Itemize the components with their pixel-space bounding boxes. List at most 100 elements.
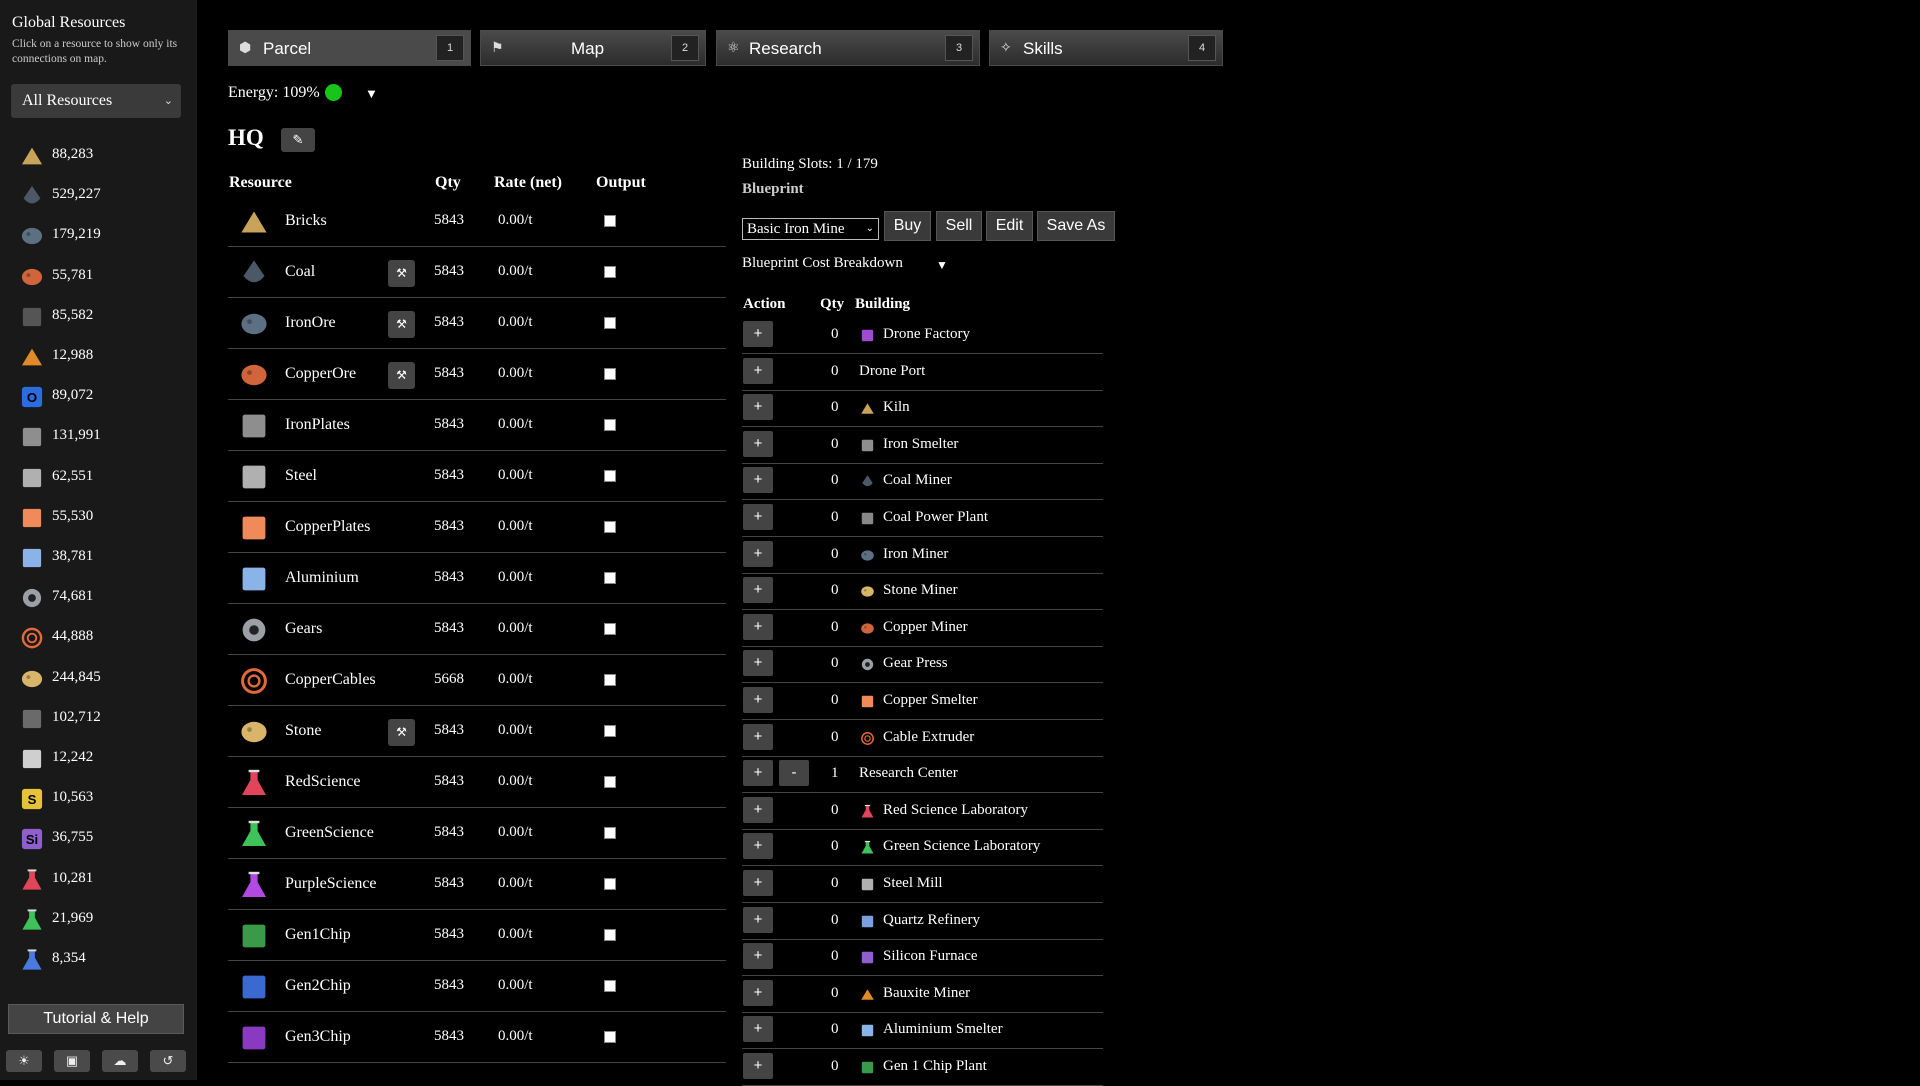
tutorial-help-button[interactable]: Tutorial & Help xyxy=(8,1004,184,1034)
add-building-button[interactable]: + xyxy=(743,321,773,347)
mine-button[interactable]: ⚒ xyxy=(388,311,415,338)
add-building-button[interactable]: + xyxy=(743,541,773,567)
save-as-button[interactable]: Save As xyxy=(1037,211,1115,241)
global-resource-item[interactable]: Si36,755 xyxy=(20,823,180,853)
output-checkbox[interactable] xyxy=(604,929,616,941)
output-checkbox[interactable] xyxy=(604,827,616,839)
global-resource-value: 55,781 xyxy=(52,267,93,284)
add-building-button[interactable]: + xyxy=(743,760,773,786)
add-building-button[interactable]: + xyxy=(743,797,773,823)
global-resource-item[interactable]: 21,969 xyxy=(20,904,180,934)
table-row: + 0 Copper Smelter xyxy=(742,683,1103,720)
global-resource-item[interactable]: O89,072 xyxy=(20,381,180,411)
copper-cables-icon xyxy=(20,626,44,650)
global-resource-item[interactable]: 74,681 xyxy=(20,582,180,612)
buy-button[interactable]: Buy xyxy=(884,211,931,241)
global-resource-item[interactable]: 38,781 xyxy=(20,542,180,572)
bricks-icon xyxy=(20,144,44,168)
global-resource-item[interactable]: 55,781 xyxy=(20,261,180,291)
global-resource-item[interactable]: 44,888 xyxy=(20,622,180,652)
tab-map[interactable]: ⚑ Map 2 xyxy=(480,30,706,66)
global-resource-item[interactable]: 8,354 xyxy=(20,944,180,974)
global-resource-item[interactable]: S10,563 xyxy=(20,783,180,813)
output-checkbox[interactable] xyxy=(604,572,616,584)
output-checkbox[interactable] xyxy=(604,317,616,329)
output-checkbox[interactable] xyxy=(604,521,616,533)
building-name: Stone Miner xyxy=(883,582,958,599)
output-checkbox[interactable] xyxy=(604,776,616,788)
add-building-button[interactable]: + xyxy=(743,467,773,493)
add-building-button[interactable]: + xyxy=(743,833,773,859)
global-resource-item[interactable]: 131,991 xyxy=(20,421,180,451)
mine-button[interactable]: ⚒ xyxy=(388,362,415,389)
output-checkbox[interactable] xyxy=(604,266,616,278)
add-building-button[interactable]: + xyxy=(743,650,773,676)
output-checkbox[interactable] xyxy=(604,674,616,686)
add-building-button[interactable]: + xyxy=(743,577,773,603)
resource-name: GreenScience xyxy=(285,824,374,842)
global-resource-item[interactable]: 12,242 xyxy=(20,743,180,773)
blueprint-cost-breakdown[interactable]: Blueprint Cost Breakdown xyxy=(742,255,903,272)
add-building-button[interactable]: + xyxy=(743,907,773,933)
settings-button[interactable]: ☀ xyxy=(6,1050,42,1072)
cloud-button[interactable]: ☁ xyxy=(102,1050,138,1072)
output-checkbox[interactable] xyxy=(604,878,616,890)
table-row: + 0 Red Science Laboratory xyxy=(742,793,1103,830)
add-building-button[interactable]: + xyxy=(743,358,773,384)
remove-building-button[interactable]: - xyxy=(779,760,809,786)
output-checkbox[interactable] xyxy=(604,1031,616,1043)
resource-rate: 0.00/t xyxy=(498,977,533,994)
global-resource-item[interactable]: 244,845 xyxy=(20,663,180,693)
output-checkbox[interactable] xyxy=(604,470,616,482)
building-qty: 0 xyxy=(831,509,839,526)
add-building-button[interactable]: + xyxy=(743,1053,773,1079)
energy-dropdown-toggle[interactable]: ▼ xyxy=(365,86,378,102)
sell-button[interactable]: Sell xyxy=(936,211,982,241)
global-resource-item[interactable]: 62,551 xyxy=(20,462,180,492)
resource-filter-select[interactable]: All Resources ⌄ xyxy=(11,84,181,118)
tab-research[interactable]: ⚛ Research 3 xyxy=(716,30,980,66)
building-qty: 1 xyxy=(831,765,839,782)
table-row: Stone ⚒ 5843 0.00/t xyxy=(228,706,726,757)
resource-qty: 5843 xyxy=(434,875,464,892)
add-building-button[interactable]: + xyxy=(743,980,773,1006)
output-checkbox[interactable] xyxy=(604,725,616,737)
global-resource-item[interactable]: 55,530 xyxy=(20,502,180,532)
add-building-button[interactable]: + xyxy=(743,614,773,640)
table-row: + 0 Drone Factory xyxy=(742,317,1103,354)
pickaxe-icon: ⚒ xyxy=(396,725,407,739)
global-resource-item[interactable]: 102,712 xyxy=(20,703,180,733)
global-resource-item[interactable]: 88,283 xyxy=(20,140,180,170)
add-building-button[interactable]: + xyxy=(743,504,773,530)
tab-skills[interactable]: ✧ Skills 4 xyxy=(989,30,1223,66)
add-building-button[interactable]: + xyxy=(743,394,773,420)
building-name: Kiln xyxy=(883,399,910,416)
save-button[interactable]: ▣ xyxy=(54,1050,90,1072)
blueprint-select[interactable]: Basic Iron Mine ⌄ xyxy=(742,218,879,240)
add-building-button[interactable]: + xyxy=(743,870,773,896)
output-checkbox[interactable] xyxy=(604,623,616,635)
add-building-button[interactable]: + xyxy=(743,943,773,969)
mine-button[interactable]: ⚒ xyxy=(388,719,415,746)
output-checkbox[interactable] xyxy=(604,980,616,992)
global-resource-item[interactable]: 179,219 xyxy=(20,220,180,250)
add-building-button[interactable]: + xyxy=(743,724,773,750)
global-resource-item[interactable]: 10,281 xyxy=(20,864,180,894)
output-checkbox[interactable] xyxy=(604,215,616,227)
edit-name-button[interactable]: ✎ xyxy=(281,128,315,152)
global-resource-item[interactable]: 529,227 xyxy=(20,180,180,210)
output-checkbox[interactable] xyxy=(604,368,616,380)
cost-breakdown-dropdown-icon[interactable]: ▼ xyxy=(936,258,948,273)
edit-button[interactable]: Edit xyxy=(986,211,1033,241)
gears-icon xyxy=(239,615,269,645)
output-checkbox[interactable] xyxy=(604,419,616,431)
add-building-button[interactable]: + xyxy=(743,431,773,457)
purple-science-icon xyxy=(239,870,269,900)
mine-button[interactable]: ⚒ xyxy=(388,260,415,287)
add-building-button[interactable]: + xyxy=(743,1016,773,1042)
global-resource-item[interactable]: 12,988 xyxy=(20,341,180,371)
history-button[interactable]: ↺ xyxy=(150,1050,186,1072)
tab-parcel[interactable]: ⬢ Parcel 1 xyxy=(228,30,471,66)
add-building-button[interactable]: + xyxy=(743,687,773,713)
global-resource-item[interactable]: 85,582 xyxy=(20,301,180,331)
